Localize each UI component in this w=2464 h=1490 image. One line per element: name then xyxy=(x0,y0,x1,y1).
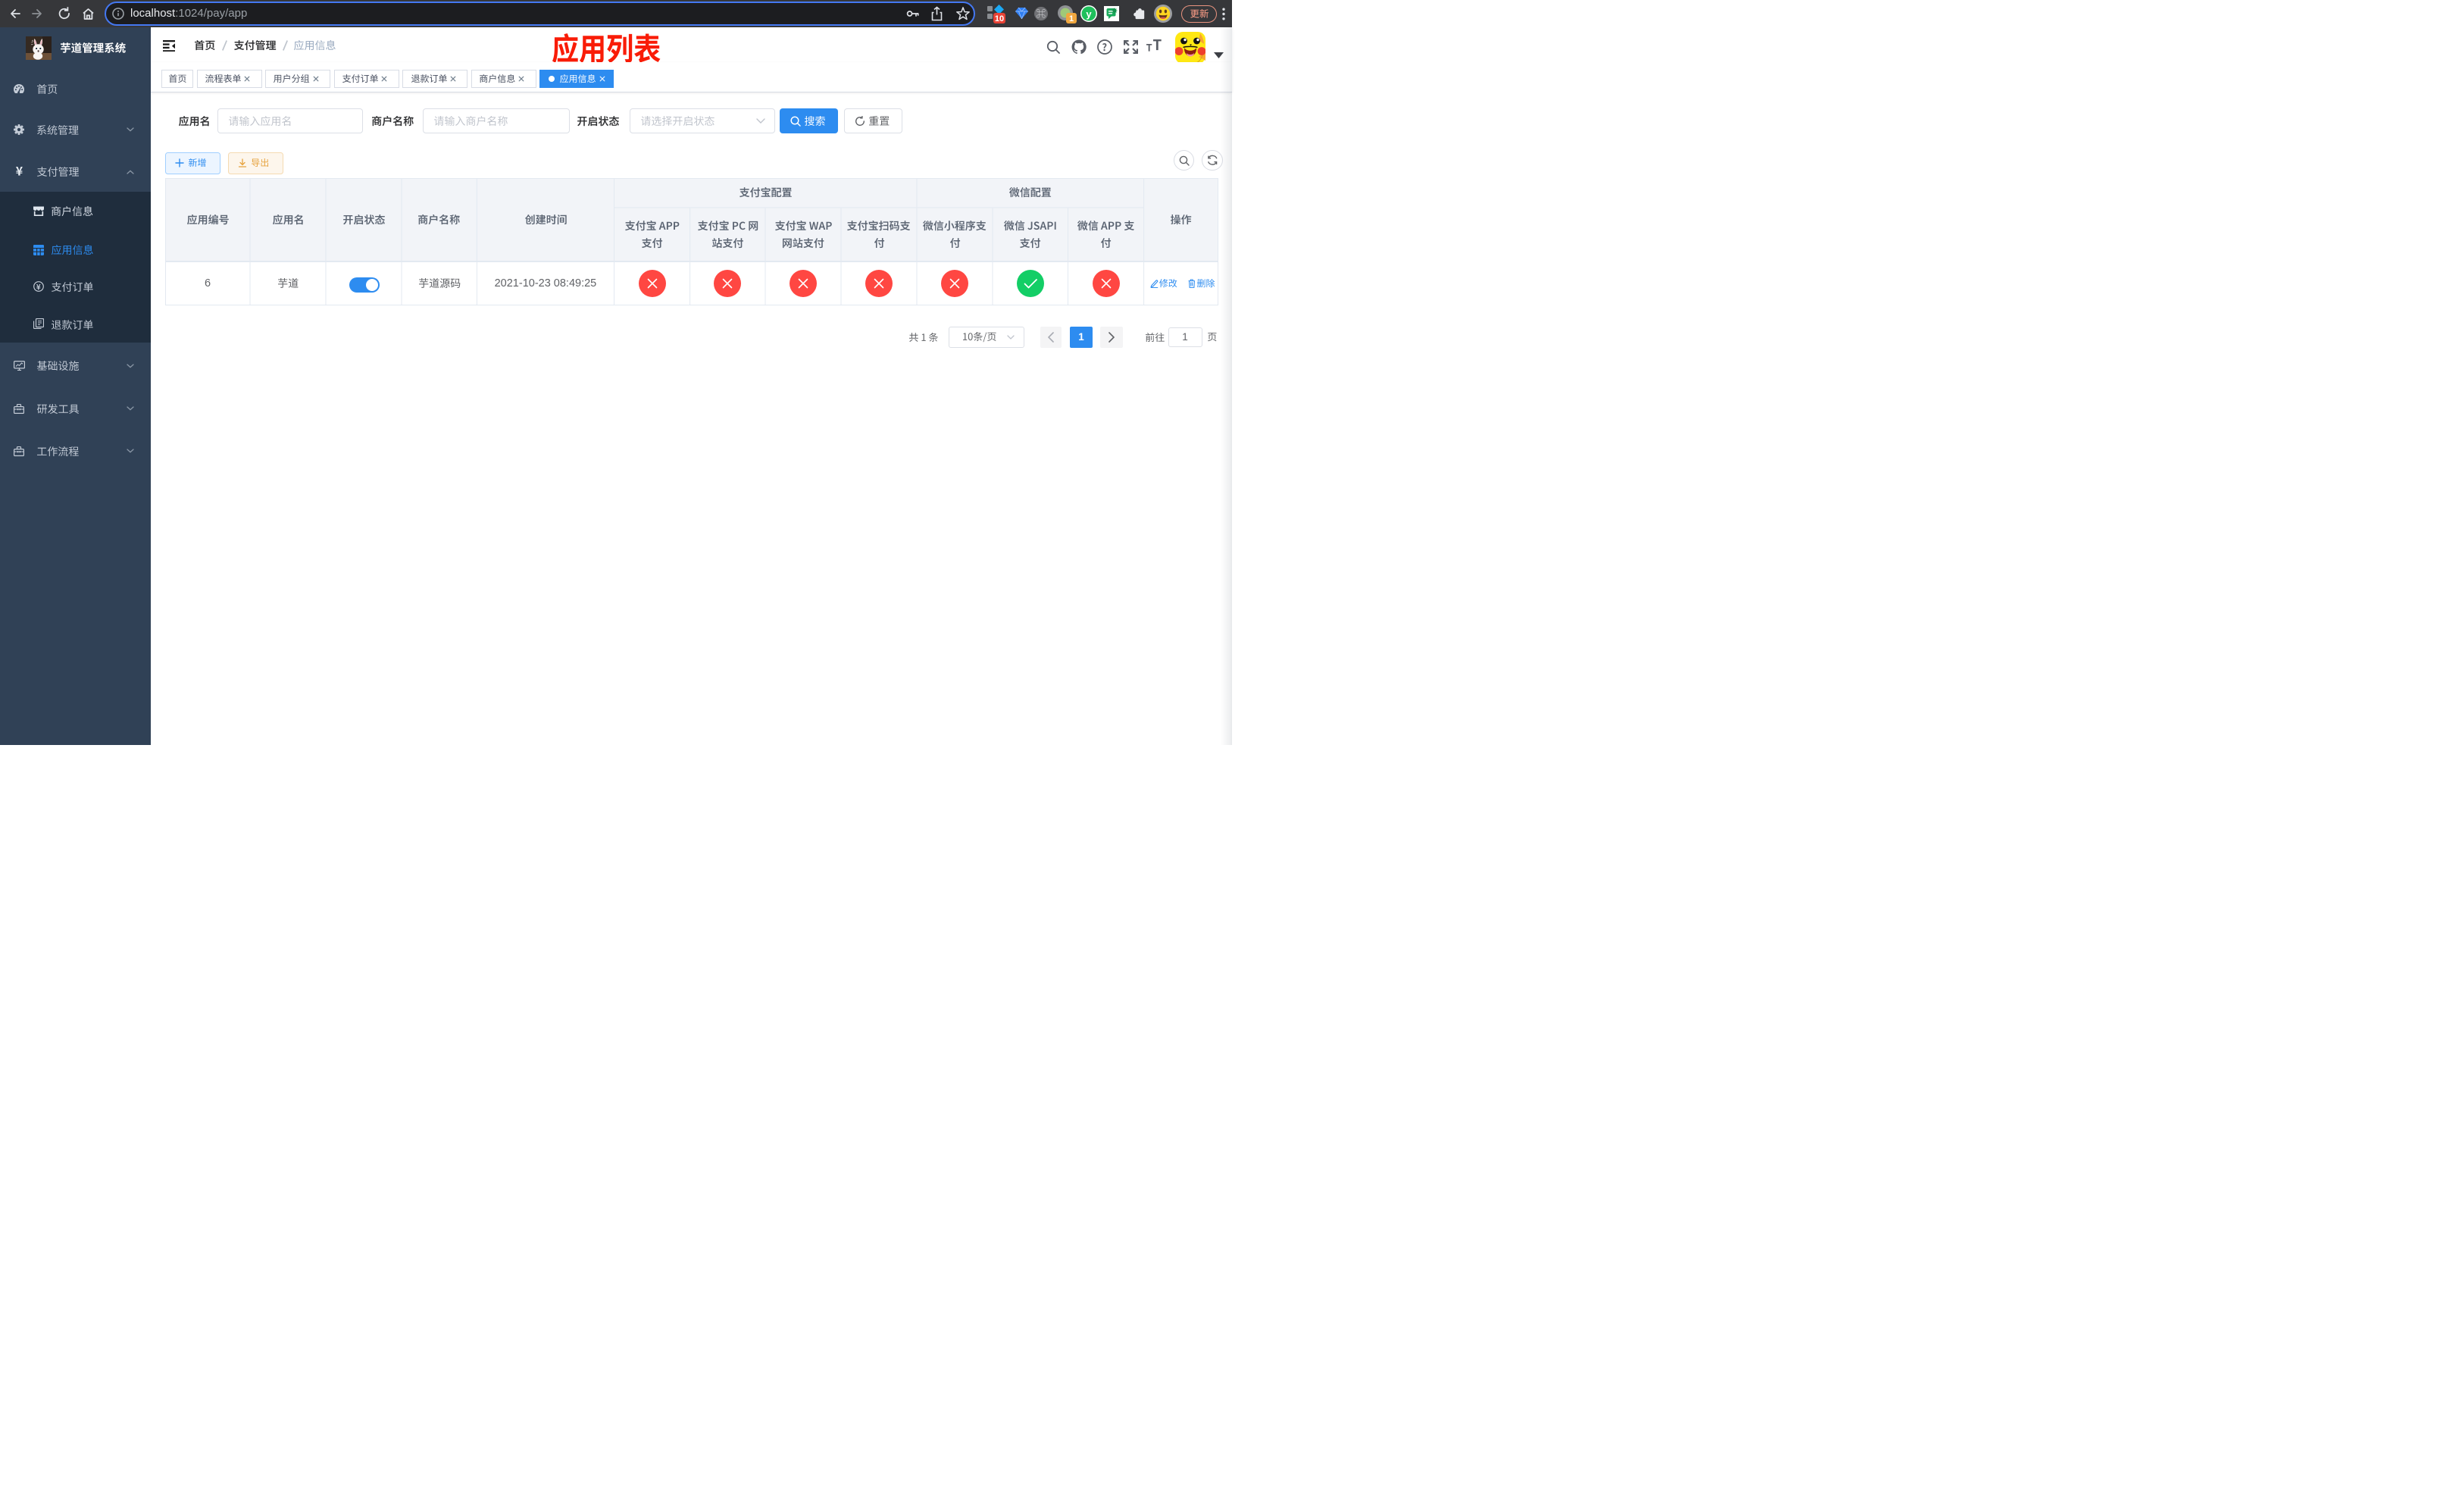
svg-text:1: 1 xyxy=(1069,14,1074,23)
svg-text:10: 10 xyxy=(995,14,1004,23)
svg-text:y: y xyxy=(1086,8,1092,20)
